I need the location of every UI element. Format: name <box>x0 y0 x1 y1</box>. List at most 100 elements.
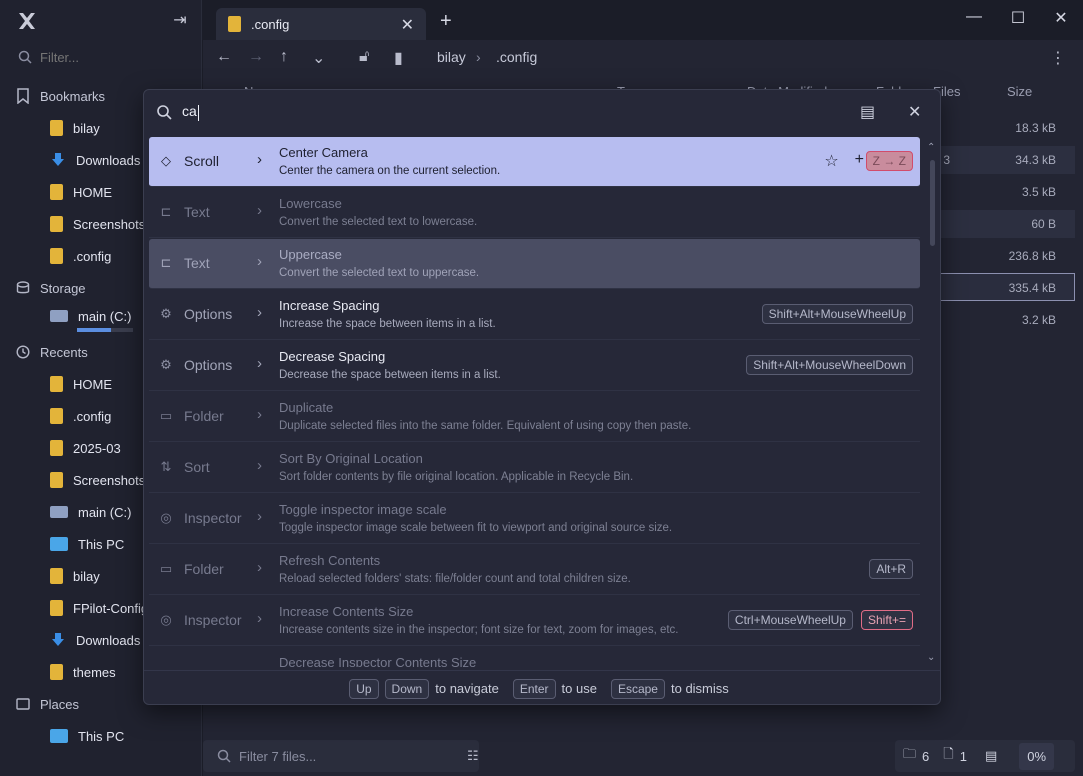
drive-icon <box>50 506 68 518</box>
shortcut-key[interactable]: Shift+Alt+MouseWheelDown <box>746 355 913 375</box>
command-row[interactable]: ⚙ Options › Increase Spacing Increase the sp… <box>149 290 920 340</box>
tab-config[interactable]: .config ✕ <box>216 8 426 40</box>
bookmark-label: Downloads <box>76 152 141 168</box>
category-icon: ◇ <box>161 153 171 168</box>
command-category: Sort <box>184 459 210 475</box>
command-palette: ca ▤ ✕ ◇ Scroll › Center Camera Center the c… <box>143 89 941 705</box>
folder-count: 6 <box>922 748 930 764</box>
command-title: Lowercase <box>279 196 342 211</box>
command-row[interactable]: ⇅ Sort › Sort By Original Location Sort fold… <box>149 443 920 493</box>
place-label: This PC <box>78 728 125 744</box>
place-item[interactable]: This PC <box>50 725 200 747</box>
folder-icon <box>50 184 63 200</box>
selection-icon[interactable]: ▤ <box>985 748 997 764</box>
filter-options-icon[interactable]: ☷ <box>467 748 479 764</box>
history-dropdown-icon[interactable]: ⌄ <box>312 48 325 68</box>
column-size[interactable]: Size <box>1007 84 1032 99</box>
lock-icon[interactable]: 🔓︎ <box>359 48 369 66</box>
recent-label: bilay <box>73 568 100 584</box>
folder-count-icon: 🗀︎ <box>903 746 917 761</box>
command-row[interactable]: ◎ Inspector › Toggle inspector image scale T… <box>149 494 920 544</box>
palette-search[interactable]: ca ▤ ✕ <box>144 90 940 134</box>
sidebar-filter-input[interactable] <box>40 49 180 65</box>
command-category: Inspector <box>184 510 242 526</box>
drive-usage-bar <box>77 328 133 332</box>
palette-search-input[interactable]: ca <box>182 103 199 121</box>
new-tab-icon[interactable]: + <box>440 10 452 33</box>
palette-close-icon[interactable]: ✕ <box>908 102 921 122</box>
add-icon[interactable]: + <box>855 151 864 171</box>
recent-label: .config <box>73 408 112 424</box>
chevron-right-icon: › <box>257 508 262 525</box>
shortcut-key[interactable]: Shift+= <box>860 610 913 630</box>
palette-scrollbar[interactable]: ⌃ ⌄ <box>925 142 939 666</box>
breadcrumb-item[interactable]: bilay <box>437 49 466 65</box>
recents-section[interactable]: Recents <box>16 342 88 362</box>
breadcrumb-separator-icon: › <box>476 49 481 65</box>
command-description: Decrease the space between items in a li… <box>279 369 501 381</box>
command-row[interactable]: Decrease Inspector Contents Size <box>149 647 920 667</box>
key-escape: Escape <box>610 678 665 699</box>
scroll-down-icon[interactable]: ⌄ <box>927 652 935 663</box>
folder-icon <box>50 472 63 488</box>
folder-icon <box>50 408 63 424</box>
command-row[interactable]: ⊏ Text › Lowercase Convert the selected text… <box>149 188 920 238</box>
command-row[interactable]: ◇ Scroll › Center Camera Center the camera o… <box>149 137 920 187</box>
back-icon[interactable]: ← <box>216 48 232 66</box>
storage-icon <box>16 281 30 294</box>
drive-label: main (C:) <box>78 308 132 324</box>
category-icon: ◎ <box>160 612 172 627</box>
command-row[interactable]: ▭ Folder › Duplicate Duplicate selected file… <box>149 392 920 442</box>
star-icon[interactable]: ☆ <box>824 151 838 171</box>
breadcrumb-item[interactable]: .config <box>496 49 537 65</box>
file-filter[interactable]: Filter 7 files... ☷ <box>203 740 479 772</box>
shortcut-key[interactable]: Alt+R <box>869 559 913 579</box>
palette-footer: Up Down to navigate Enter to use Escape … <box>144 670 940 704</box>
shortcut-key[interactable]: Ctrl+MouseWheelUp <box>727 610 853 630</box>
close-window-icon[interactable]: ✕ <box>1049 8 1073 28</box>
file-count: 1 <box>959 748 967 764</box>
minimize-icon[interactable]: — <box>962 8 986 26</box>
recent-label: 2025-03 <box>73 440 121 456</box>
command-row[interactable]: ◎ Inspector › Increase Contents Size Increas… <box>149 596 920 646</box>
download-icon <box>52 633 64 646</box>
up-icon[interactable]: ↑ <box>280 48 288 66</box>
scroll-thumb[interactable] <box>930 160 935 246</box>
category-icon: ⇅ <box>160 459 172 474</box>
command-row[interactable]: ⊏ Text › Uppercase Convert the selected text… <box>149 239 920 289</box>
recent-label: Screenshots <box>73 472 146 488</box>
maximize-icon[interactable]: ☐ <box>1006 8 1030 28</box>
more-options-icon[interactable]: ⋮ <box>1050 48 1066 68</box>
command-description: Increase the space between items in a li… <box>279 318 496 330</box>
collapse-sidebar-icon[interactable]: ⇥ <box>168 10 192 32</box>
bookmarks-section[interactable]: Bookmarks <box>16 86 105 106</box>
key-enter: Enter <box>512 678 556 699</box>
chevron-right-icon: › <box>257 559 262 576</box>
shortcut-key[interactable]: Z → Z <box>865 151 913 171</box>
scroll-up-icon[interactable]: ⌃ <box>927 142 935 153</box>
folder-icon <box>50 376 63 392</box>
shortcut-key[interactable]: Shift+Alt+MouseWheelUp <box>761 304 913 324</box>
bookmark-toggle-icon[interactable]: ▮ <box>394 48 403 68</box>
command-row[interactable]: ▭ Folder › Refresh Contents Reload selected … <box>149 545 920 595</box>
search-icon <box>217 749 231 763</box>
shortcut-keys: Shift+Alt+MouseWheelDown <box>746 355 913 375</box>
recent-label: This PC <box>78 536 125 552</box>
file-size: 3.5 kB <box>1021 185 1056 199</box>
shortcut-keys: Ctrl+MouseWheelUp Shift+= <box>727 610 913 630</box>
close-tab-icon[interactable]: ✕ <box>401 15 414 35</box>
palette-list-icon[interactable]: ▤ <box>860 102 875 122</box>
command-description: Duplicate selected files into the same f… <box>279 420 692 432</box>
key-up: Up <box>349 678 379 699</box>
shortcut-keys: Alt+R <box>869 559 913 579</box>
places-section[interactable]: Places <box>16 694 79 714</box>
forward-icon[interactable]: → <box>248 48 264 66</box>
bookmark-label: HOME <box>73 184 112 200</box>
sidebar-filter[interactable] <box>10 44 196 70</box>
storage-section[interactable]: Storage <box>16 278 86 298</box>
file-count-icon: 🗋︎ <box>943 746 954 761</box>
folder-icon <box>50 120 63 136</box>
command-row[interactable]: ⚙ Options › Decrease Spacing Decrease the sp… <box>149 341 920 391</box>
command-description: Convert the selected text to uppercase. <box>279 267 480 279</box>
command-description: Convert the selected text to lowercase. <box>279 216 478 228</box>
